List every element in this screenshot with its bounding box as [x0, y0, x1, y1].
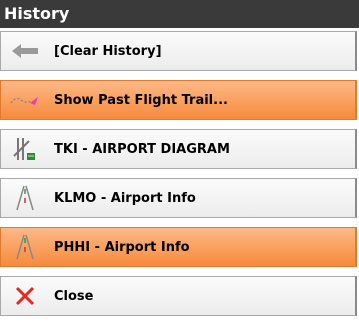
menu-item-label: [Clear History] — [54, 43, 162, 59]
airport-diagram-icon — [10, 136, 40, 162]
show-flight-trail-button[interactable]: Show Past Flight Trail... — [0, 80, 357, 120]
history-menu: [Clear History] Show Past Flight Trail..… — [0, 28, 359, 326]
back-arrow-icon — [10, 38, 40, 64]
klmo-airport-info-button[interactable]: KLMO - Airport Info — [0, 178, 357, 218]
menu-item-label: Close — [54, 288, 94, 304]
menu-item-label: TKI - AIRPORT DIAGRAM — [54, 141, 230, 157]
flight-trail-icon — [10, 87, 40, 113]
runway-icon — [10, 185, 40, 211]
history-panel: History [Clear History] Show Past Flight… — [0, 0, 359, 326]
close-icon — [10, 283, 40, 309]
phhi-airport-info-button[interactable]: PHHI - Airport Info — [0, 227, 357, 267]
clear-history-button[interactable]: [Clear History] — [0, 31, 357, 71]
tki-airport-diagram-button[interactable]: TKI - AIRPORT DIAGRAM — [0, 129, 357, 169]
close-button[interactable]: Close — [0, 276, 357, 316]
menu-item-label: Show Past Flight Trail... — [54, 92, 228, 108]
menu-item-label: PHHI - Airport Info — [54, 239, 190, 255]
runway-icon — [10, 234, 40, 260]
panel-title: History — [0, 0, 359, 28]
menu-item-label: KLMO - Airport Info — [54, 190, 196, 206]
